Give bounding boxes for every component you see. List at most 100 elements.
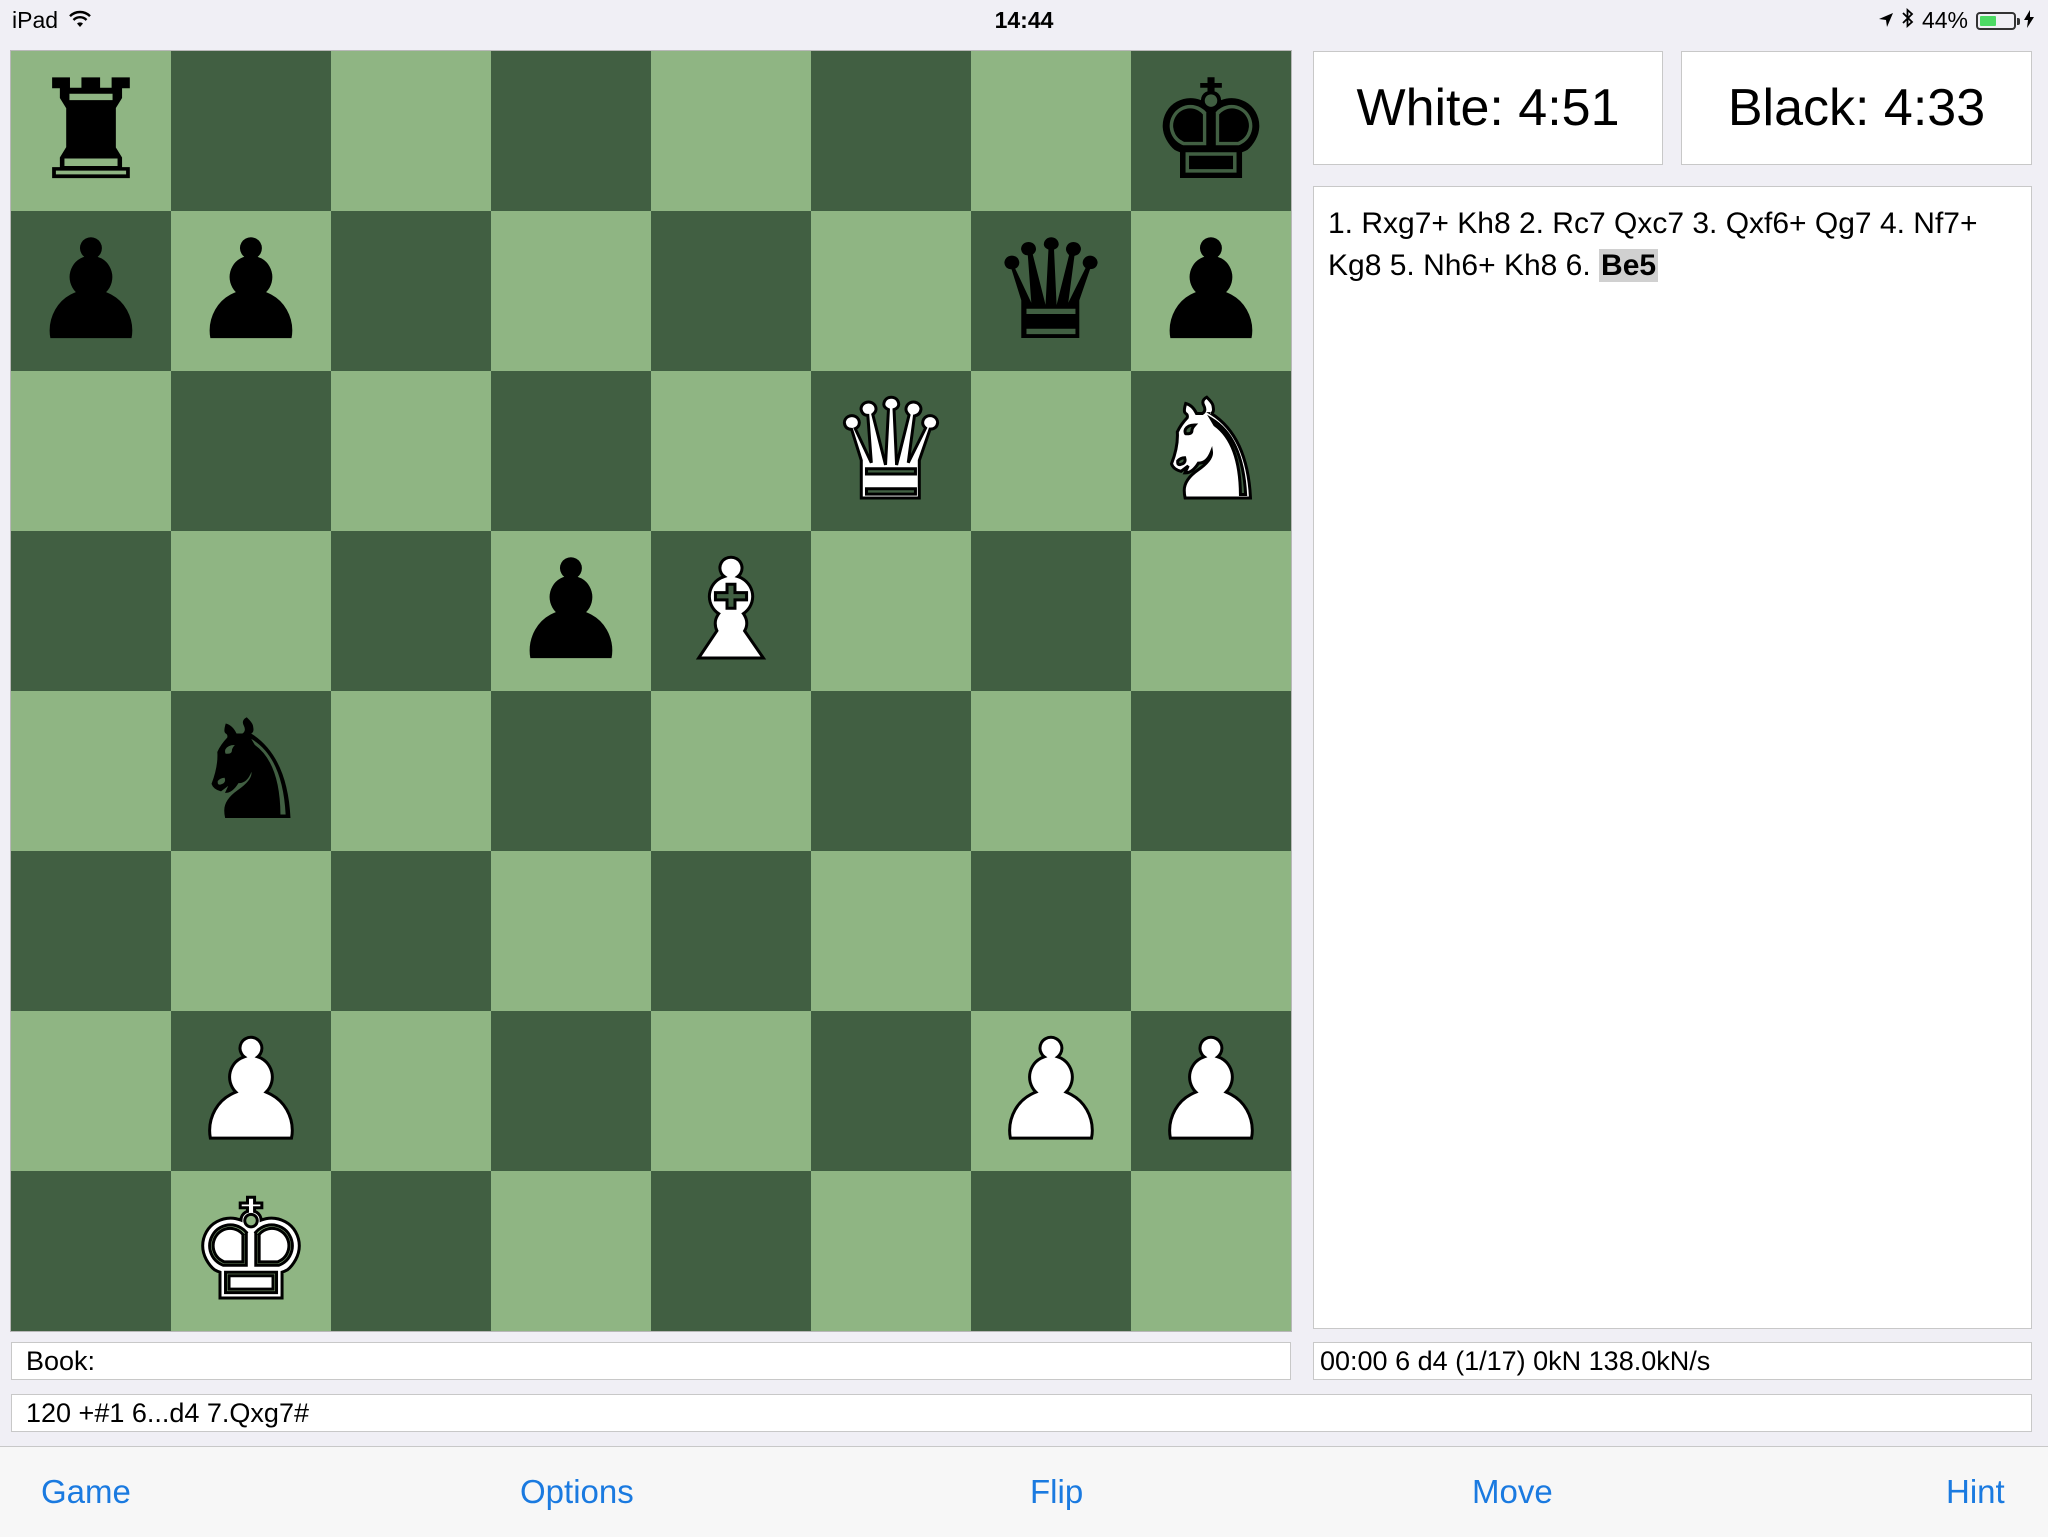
- game-button[interactable]: Game: [41, 1473, 131, 1511]
- square-h3[interactable]: [1131, 851, 1291, 1011]
- square-e3[interactable]: [651, 851, 811, 1011]
- square-c2[interactable]: [331, 1011, 491, 1171]
- square-b3[interactable]: [171, 851, 331, 1011]
- status-bar: iPad 14:44 44%: [0, 0, 2048, 40]
- square-b8[interactable]: [171, 51, 331, 211]
- square-c5[interactable]: [331, 531, 491, 691]
- black-pawn-icon[interactable]: ♟: [29, 222, 153, 360]
- square-h1[interactable]: [1131, 1171, 1291, 1331]
- battery-percent: 44%: [1921, 7, 1968, 33]
- square-e4[interactable]: [651, 691, 811, 851]
- move-list[interactable]: 1. Rxg7+ Kh8 2. Rc7 Qxc7 3. Qxf6+ Qg7 4.…: [1313, 186, 2032, 1329]
- square-b1[interactable]: ♚: [171, 1171, 331, 1331]
- charging-bolt-icon: [2024, 7, 2034, 34]
- square-h6[interactable]: ♞: [1131, 371, 1291, 531]
- square-e1[interactable]: [651, 1171, 811, 1331]
- square-f7[interactable]: [811, 211, 971, 371]
- white-queen-icon[interactable]: ♛: [828, 380, 955, 521]
- square-c3[interactable]: [331, 851, 491, 1011]
- current-move[interactable]: Be5: [1599, 249, 1659, 282]
- square-f2[interactable]: [811, 1011, 971, 1171]
- square-g3[interactable]: [971, 851, 1131, 1011]
- square-d2[interactable]: [491, 1011, 651, 1171]
- square-f5[interactable]: [811, 531, 971, 691]
- square-c1[interactable]: [331, 1171, 491, 1331]
- square-h5[interactable]: [1131, 531, 1291, 691]
- square-d6[interactable]: [491, 371, 651, 531]
- square-f4[interactable]: [811, 691, 971, 851]
- square-h8[interactable]: ♚: [1131, 51, 1291, 211]
- square-f6[interactable]: ♛: [811, 371, 971, 531]
- move-button[interactable]: Move: [1472, 1473, 1553, 1511]
- square-d4[interactable]: [491, 691, 651, 851]
- book-info: Book:: [11, 1342, 1291, 1380]
- square-d3[interactable]: [491, 851, 651, 1011]
- square-e7[interactable]: [651, 211, 811, 371]
- square-a2[interactable]: [11, 1011, 171, 1171]
- engine-info: 00:00 6 d4 (1/17) 0kN 138.0kN/s: [1313, 1342, 2032, 1380]
- square-d7[interactable]: [491, 211, 651, 371]
- status-right: 44%: [1878, 7, 2034, 34]
- square-c6[interactable]: [331, 371, 491, 531]
- black-knight-icon[interactable]: ♞: [189, 702, 313, 840]
- battery-icon: [1976, 11, 2020, 30]
- black-rook-icon[interactable]: ♜: [29, 62, 153, 200]
- square-c8[interactable]: [331, 51, 491, 211]
- chess-board[interactable]: ♜ ♚ ♟ ♟ ♛ ♟ ♛ ♞ ♟ ♝ ♞ ♟ ♟ ♟ ♚: [10, 50, 1292, 1332]
- square-a4[interactable]: [11, 691, 171, 851]
- square-a3[interactable]: [11, 851, 171, 1011]
- square-c4[interactable]: [331, 691, 491, 851]
- black-pawn-icon[interactable]: ♟: [509, 542, 633, 680]
- white-pawn-icon[interactable]: ♟: [1148, 1020, 1275, 1161]
- square-g7[interactable]: ♛: [971, 211, 1131, 371]
- square-b5[interactable]: [171, 531, 331, 691]
- square-b4[interactable]: ♞: [171, 691, 331, 851]
- flip-button[interactable]: Flip: [1030, 1473, 1083, 1511]
- bluetooth-icon: [1902, 7, 1914, 34]
- bottom-toolbar: Game Options Flip Move Hint: [0, 1446, 2048, 1537]
- square-e2[interactable]: [651, 1011, 811, 1171]
- square-a5[interactable]: [11, 531, 171, 691]
- black-pawn-icon[interactable]: ♟: [1149, 222, 1273, 360]
- square-c7[interactable]: [331, 211, 491, 371]
- black-queen-icon[interactable]: ♛: [989, 222, 1113, 360]
- square-b7[interactable]: ♟: [171, 211, 331, 371]
- white-clock: White: 4:51: [1313, 51, 1663, 165]
- square-d1[interactable]: [491, 1171, 651, 1331]
- square-h4[interactable]: [1131, 691, 1291, 851]
- square-g2[interactable]: ♟: [971, 1011, 1131, 1171]
- square-g1[interactable]: [971, 1171, 1131, 1331]
- square-a1[interactable]: [11, 1171, 171, 1331]
- white-bishop-icon[interactable]: ♝: [668, 540, 795, 681]
- square-f1[interactable]: [811, 1171, 971, 1331]
- square-g5[interactable]: [971, 531, 1131, 691]
- square-e8[interactable]: [651, 51, 811, 211]
- square-b2[interactable]: ♟: [171, 1011, 331, 1171]
- square-a7[interactable]: ♟: [11, 211, 171, 371]
- square-a6[interactable]: [11, 371, 171, 531]
- square-g8[interactable]: [971, 51, 1131, 211]
- square-e5[interactable]: ♝: [651, 531, 811, 691]
- square-b6[interactable]: [171, 371, 331, 531]
- square-h2[interactable]: ♟: [1131, 1011, 1291, 1171]
- square-g4[interactable]: [971, 691, 1131, 851]
- square-f3[interactable]: [811, 851, 971, 1011]
- status-time: 14:44: [994, 7, 1054, 33]
- black-king-icon[interactable]: ♚: [1149, 62, 1273, 200]
- white-knight-icon[interactable]: ♞: [1148, 380, 1275, 521]
- square-a8[interactable]: ♜: [11, 51, 171, 211]
- location-arrow-icon: [1878, 7, 1894, 34]
- square-h7[interactable]: ♟: [1131, 211, 1291, 371]
- square-g6[interactable]: [971, 371, 1131, 531]
- hint-button[interactable]: Hint: [1946, 1473, 2005, 1511]
- white-king-icon[interactable]: ♚: [188, 1180, 315, 1321]
- square-e6[interactable]: [651, 371, 811, 531]
- black-clock: Black: 4:33: [1681, 51, 2032, 165]
- options-button[interactable]: Options: [520, 1473, 634, 1511]
- white-pawn-icon[interactable]: ♟: [988, 1020, 1115, 1161]
- square-f8[interactable]: [811, 51, 971, 211]
- square-d8[interactable]: [491, 51, 651, 211]
- square-d5[interactable]: ♟: [491, 531, 651, 691]
- black-pawn-icon[interactable]: ♟: [189, 222, 313, 360]
- white-pawn-icon[interactable]: ♟: [188, 1020, 315, 1161]
